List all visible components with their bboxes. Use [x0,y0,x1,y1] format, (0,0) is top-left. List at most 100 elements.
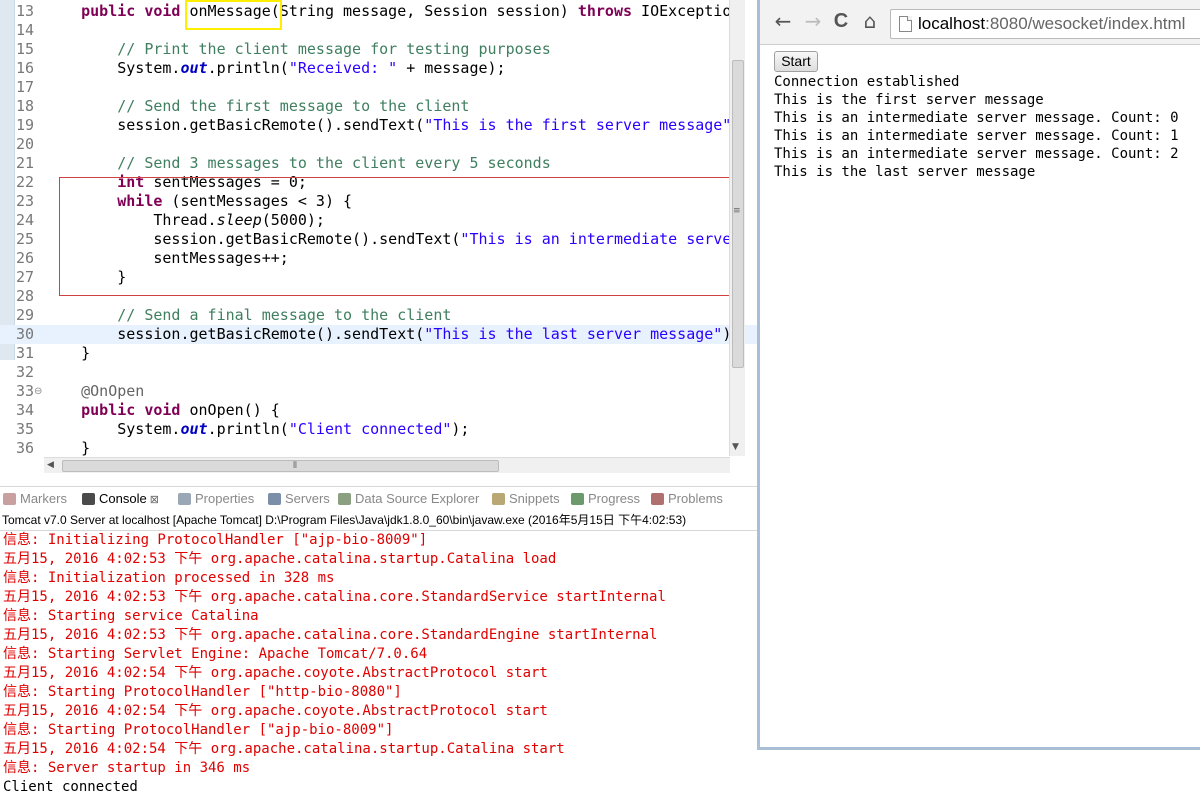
back-arrow-icon[interactable]: ← [772,10,794,32]
code-line: 18 // Send the first message to the clie… [0,97,757,116]
code-line: 21 // Send 3 messages to the client ever… [0,154,757,173]
code-line: 14 [0,21,757,40]
tab-progress[interactable]: Progress [571,487,640,511]
code-token: void [144,2,181,20]
home-icon[interactable]: ⌂ [859,10,881,32]
code-line: 17 [0,78,757,97]
code-line: 15 // Print the client message for testi… [0,40,757,59]
url-text[interactable]: localhost:8080/wesocket/index.html [918,13,1185,35]
code-text[interactable]: } [45,439,90,458]
code-token: out [180,420,208,438]
code-token: out [180,59,208,77]
code-token: public [81,401,136,419]
address-bar[interactable]: localhost:8080/wesocket/index.html [890,9,1200,39]
tab-snippets[interactable]: Snippets [492,487,560,511]
tab-problems[interactable]: Problems [651,487,723,511]
console-line: 信息: Starting service Catalina [3,608,259,624]
console-line: 五月15, 2016 4:02:54 下午 org.apache.coyote.… [3,665,548,681]
forward-arrow-icon[interactable]: → [802,10,824,32]
data-source-icon [338,493,351,505]
message-line: This is an intermediate server message. … [774,110,1179,126]
code-token: .println( [207,420,289,438]
code-token: "Client connected" [288,420,452,438]
code-line: 29 // Send a final message to the client [0,306,757,325]
line-number: 34 [15,401,34,419]
tab-properties[interactable]: Properties [178,487,254,511]
progress-icon [571,493,584,505]
line-number: 13 [15,2,34,20]
code-token: session.getBasicRemote().sendText( [45,116,425,134]
url-path: :8080/wesocket/index.html [985,14,1186,33]
line-number: 28 [15,287,34,305]
close-icon[interactable]: ⊠ [150,494,159,506]
console-line: 信息: Initialization processed in 328 ms [3,570,335,586]
scroll-down-arrow-icon[interactable]: ▼ [732,442,739,452]
code-token: // Send a final message to the client [117,306,452,324]
code-token: public [81,2,136,20]
views-tab-bar: Markers Console ⊠ Properties Servers Data Sou… [0,486,757,511]
tab-markers[interactable]: Markers [3,487,67,511]
editor-horizontal-scrollbar[interactable]: ◀ ⦀ [44,457,730,473]
tab-servers[interactable]: Servers [268,487,330,511]
line-number: 19 [15,116,34,134]
message-line: This is the last server message [774,164,1036,180]
code-token: "This is the first server message" [424,116,732,134]
code-text[interactable]: System.out.println("Client connected"); [45,420,469,439]
code-line: 31 } [0,344,757,363]
code-text[interactable]: System.out.println("Received: " + messag… [45,59,505,78]
code-token: "Received: " [288,59,398,77]
code-line: 30 session.getBasicRemote().sendText("Th… [0,325,757,344]
scroll-left-arrow-icon[interactable]: ◀ [47,459,54,472]
code-text[interactable]: // Send the first message to the client [45,97,469,116]
code-line: 36 } [0,439,757,458]
code-token: session.getBasicRemote().sendText( [45,325,425,343]
line-number: 35 [15,420,34,438]
console-line: 信息: Starting Servlet Engine: Apache Tomc… [3,646,428,662]
editor-vertical-scrollbar[interactable]: ▼ [729,0,745,456]
code-token: "This is the last server message" [424,325,723,343]
code-line: 33 ⊖ @OnOpen [0,382,757,401]
code-line: 35 System.out.println("Client connected"… [0,420,757,439]
line-number: 29 [15,306,34,324]
line-number: 21 [15,154,34,172]
code-text[interactable]: @OnOpen [45,382,144,401]
console-line: 信息: Initializing ProtocolHandler ["ajp-b… [3,532,428,548]
tab-label: Markers [20,491,67,506]
horizontal-scroll-thumb[interactable]: ⦀ [62,460,499,472]
code-text[interactable]: // Send a final message to the client [45,306,451,325]
tab-data-source-explorer[interactable]: Data Source Explorer [338,487,479,511]
code-text[interactable]: session.getBasicRemote().sendText("This … [45,325,731,344]
line-number: 18 [15,97,34,115]
code-text[interactable]: } [45,344,90,363]
code-line: 20 [0,135,757,154]
tab-console[interactable]: Console ⊠ [82,487,159,511]
console-line: 信息: Starting ProtocolHandler ["http-bio-… [3,684,402,700]
code-token: IOExceptio [632,2,732,20]
snippets-icon [492,493,505,505]
code-text[interactable]: // Send 3 messages to the client every 5… [45,154,550,173]
properties-icon [178,493,191,505]
code-text[interactable]: public void onMessage(String message, Se… [45,2,731,21]
tab-label: Snippets [509,491,560,506]
fold-collapse-icon[interactable]: ⊖ [34,382,42,401]
start-button[interactable]: Start [774,51,818,72]
code-line: 13 public void onMessage(String message,… [0,2,757,21]
code-editor[interactable]: 13 public void onMessage(String message,… [0,0,757,474]
reload-icon[interactable]: C [830,10,852,32]
code-text[interactable]: // Print the client message for testing … [45,40,550,59]
line-number: 14 [15,21,34,39]
message-line: This is an intermediate server message. … [774,128,1179,144]
code-text[interactable]: session.getBasicRemote().sendText("This … [45,116,731,135]
console-line: 五月15, 2016 4:02:53 下午 org.apache.catalin… [3,551,557,567]
code-token: } [45,344,91,362]
code-token: System. [45,420,181,438]
console-title: Tomcat v7.0 Server at localhost [Apache … [2,513,687,527]
code-token: System. [45,59,181,77]
code-text[interactable]: public void onOpen() { [45,401,280,420]
scroll-grip-icon: ⦀ [293,461,297,471]
message-line: This is an intermediate server message. … [774,146,1179,162]
